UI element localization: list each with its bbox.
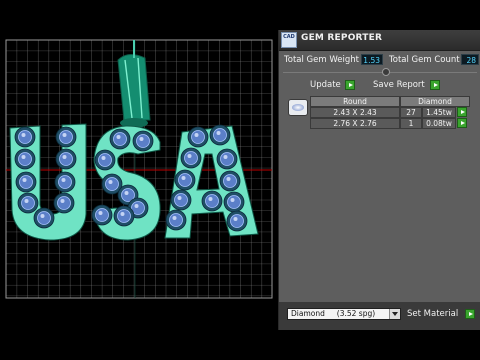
divider-handle-icon[interactable] xyxy=(382,68,390,76)
viewport-canvas[interactable] xyxy=(0,0,278,360)
gem-stone xyxy=(230,214,244,228)
gem-highlight xyxy=(98,211,103,215)
save-report-label: Save Report xyxy=(373,80,425,90)
row-2-select-button[interactable] xyxy=(457,118,467,128)
gem-highlight xyxy=(21,155,26,159)
gem-stone xyxy=(223,174,237,188)
gem-report-table: Round Diamond 2.43 X 2.43 27 1.45tw 2.76… xyxy=(283,96,477,129)
gem-highlight xyxy=(172,216,177,220)
total-gem-weight-label: Total Gem Weight xyxy=(284,55,359,65)
total-gem-count-label: Total Gem Count xyxy=(389,55,460,65)
gem-stone xyxy=(213,128,227,142)
total-gem-count-value: 28 xyxy=(461,54,479,65)
material-select-value: Diamond (3.52 spg) xyxy=(291,309,376,318)
gem-stone xyxy=(18,152,32,166)
update-label: Update xyxy=(310,80,341,90)
gem-stone xyxy=(18,130,32,144)
gem-stone xyxy=(105,177,119,191)
gem-highlight xyxy=(120,212,125,216)
row-2-count: 1 xyxy=(400,118,422,129)
gem-highlight xyxy=(124,191,129,195)
gem-stone xyxy=(37,211,51,225)
gem-highlight xyxy=(61,178,66,182)
gem-highlight xyxy=(230,198,235,202)
set-material-label: Set Material xyxy=(407,309,459,319)
gem-stone xyxy=(59,130,73,144)
gem-reporter-panel: CAD GEM REPORTER Total Gem Weight 1.53 T… xyxy=(278,30,480,330)
gem-stone xyxy=(136,134,150,148)
row-1-count: 27 xyxy=(400,107,422,118)
gem-highlight xyxy=(194,133,199,137)
gem-stone xyxy=(184,151,198,165)
gem-stone xyxy=(113,132,127,146)
gem-highlight xyxy=(60,199,65,203)
gem-highlight xyxy=(223,155,228,159)
gem-highlight xyxy=(22,178,27,182)
gem-highlight xyxy=(101,156,106,160)
gem-stone xyxy=(95,208,109,222)
chevron-down-icon[interactable] xyxy=(389,309,400,319)
gem-stone xyxy=(169,213,183,227)
total-gem-weight-value: 1.53 xyxy=(361,54,383,65)
gem-highlight xyxy=(233,217,238,221)
gem-highlight xyxy=(177,196,182,200)
row-1-size: 2.43 X 2.43 xyxy=(310,107,400,118)
gem-stone xyxy=(57,196,71,210)
round-gem-icon xyxy=(288,99,308,116)
gem-stone xyxy=(205,194,219,208)
update-button[interactable] xyxy=(345,80,355,90)
gem-stone xyxy=(220,152,234,166)
panel-title: GEM REPORTER xyxy=(301,33,383,43)
material-select[interactable]: Diamond (3.52 spg) xyxy=(287,308,401,320)
gem-stone xyxy=(19,175,33,189)
gem-highlight xyxy=(134,204,139,208)
gem-highlight xyxy=(24,199,29,203)
gem-highlight xyxy=(208,197,213,201)
row-1-select-button[interactable] xyxy=(457,107,467,117)
row-2-size: 2.76 X 2.76 xyxy=(310,118,400,129)
gem-stone xyxy=(174,193,188,207)
gem-highlight xyxy=(116,135,121,139)
save-report-button[interactable] xyxy=(430,80,440,90)
gem-highlight xyxy=(139,137,144,141)
gem-stone xyxy=(191,130,205,144)
panel-divider xyxy=(283,72,477,73)
panel-titlebar: CAD GEM REPORTER xyxy=(279,30,480,51)
gem-stone xyxy=(59,152,73,166)
gem-stone xyxy=(58,175,72,189)
gem-stone xyxy=(227,195,241,209)
gem-reporter-logo-icon: CAD xyxy=(281,32,297,48)
gem-highlight xyxy=(226,177,231,181)
column-header-shape: Round xyxy=(310,96,400,107)
gem-highlight xyxy=(21,133,26,137)
set-material-button[interactable] xyxy=(465,309,475,319)
gem-highlight xyxy=(187,154,192,158)
gem-highlight xyxy=(216,131,221,135)
gem-stone xyxy=(21,196,35,210)
gem-highlight xyxy=(62,133,67,137)
gem-stone xyxy=(98,153,112,167)
gem-highlight xyxy=(108,180,113,184)
material-bar: Diamond (3.52 spg) Set Material xyxy=(279,302,480,330)
gem-stone xyxy=(178,173,192,187)
column-header-material: Diamond xyxy=(400,96,470,107)
gem-highlight xyxy=(40,214,45,218)
gem-highlight xyxy=(62,155,67,159)
gem-highlight xyxy=(181,176,186,180)
row-1-weight: 1.45tw xyxy=(422,107,456,118)
row-2-weight: 0.08tw xyxy=(422,118,456,129)
gem-stone xyxy=(117,209,131,223)
3d-viewport[interactable] xyxy=(0,0,278,360)
